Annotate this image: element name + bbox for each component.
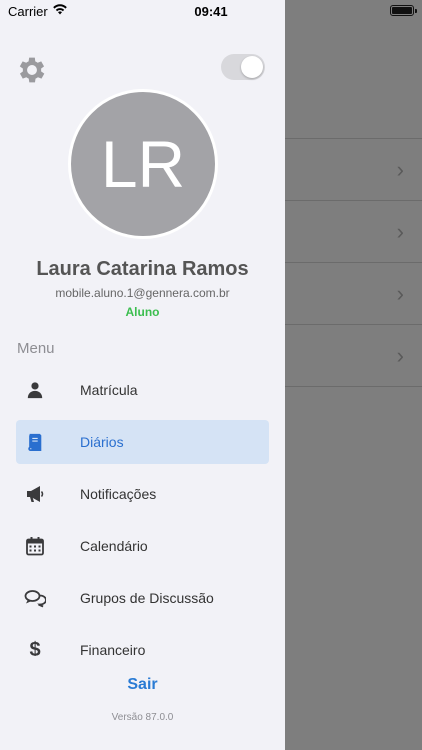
user-email: mobile.aluno.1@gennera.com.br (55, 286, 230, 300)
menu-item-diarios[interactable]: Diários (16, 420, 269, 464)
menu-item-label: Calendário (80, 538, 148, 554)
menu-section-label: Menu (17, 340, 55, 357)
chevron-right-icon: › (396, 280, 404, 306)
book-icon (24, 431, 46, 453)
menu-item-calendario[interactable]: Calendário (16, 524, 269, 568)
status-bar: Carrier 09:41 (0, 0, 422, 24)
calendar-icon (24, 535, 46, 557)
person-icon (24, 379, 46, 401)
logout-button[interactable]: Sair (0, 676, 285, 694)
megaphone-icon (24, 483, 46, 505)
background-list-row: › (285, 324, 422, 386)
menu-item-financeiro[interactable]: $ Financeiro (16, 628, 269, 657)
clock: 09:41 (194, 4, 228, 19)
avatar-initials: LR (100, 127, 186, 201)
side-drawer: LR Laura Catarina Ramos mobile.aluno.1@g… (0, 0, 285, 750)
menu-list: Matrícula Diários Notificações Calendári… (16, 368, 269, 656)
chevron-right-icon: › (396, 156, 404, 182)
avatar: LR (68, 89, 218, 239)
user-role: Aluno (125, 305, 160, 319)
menu-item-label: Diários (80, 434, 124, 450)
menu-item-grupos-de-discussao[interactable]: Grupos de Discussão (16, 576, 269, 620)
menu-item-matricula[interactable]: Matrícula (16, 368, 269, 412)
menu-item-label: Financeiro (80, 642, 146, 656)
gear-icon[interactable] (15, 53, 49, 87)
chevron-right-icon: › (396, 218, 404, 244)
chat-bubbles-icon (24, 587, 46, 609)
version-label: Versão 87.0.0 (111, 712, 174, 723)
menu-item-label: Matrícula (80, 382, 138, 398)
background-divider (285, 386, 422, 387)
dark-mode-toggle[interactable] (221, 54, 265, 80)
chevron-right-icon: › (396, 342, 404, 368)
background-list-row: › (285, 138, 422, 200)
battery-icon (390, 5, 417, 16)
background-list-row: › (285, 200, 422, 262)
menu-item-notificacoes[interactable]: Notificações (16, 472, 269, 516)
toggle-knob (241, 56, 263, 78)
user-name: Laura Catarina Ramos (36, 258, 249, 280)
dollar-icon: $ (29, 638, 41, 657)
menu-item-label: Grupos de Discussão (80, 590, 214, 606)
background-list-row: › (285, 262, 422, 324)
menu-item-label: Notificações (80, 486, 157, 502)
